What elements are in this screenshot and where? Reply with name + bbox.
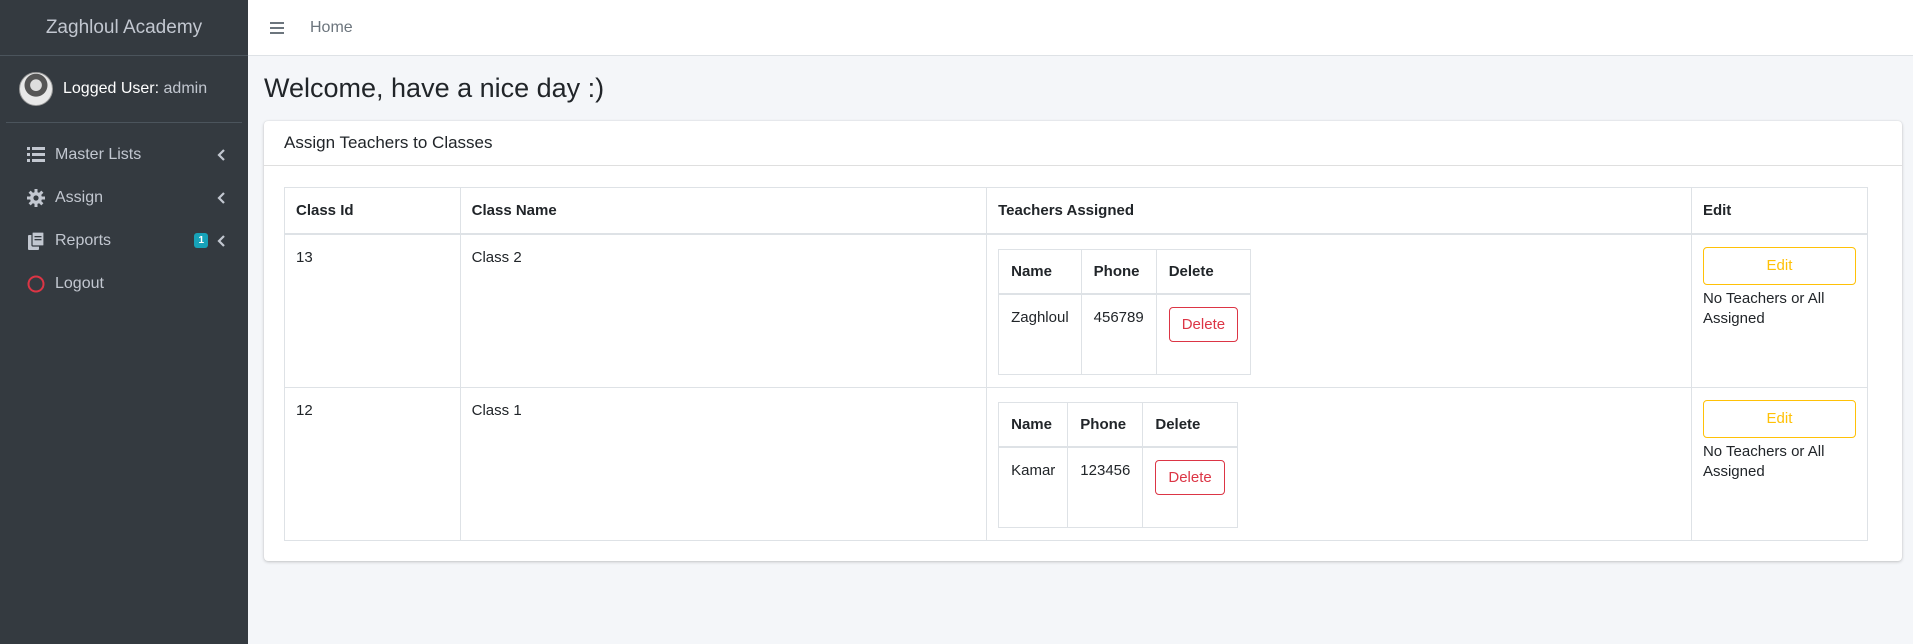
teacher-name: Kamar xyxy=(998,446,1069,528)
no-teachers-note: No Teachers or All Assigned xyxy=(1702,289,1825,327)
column-header-name: Name xyxy=(998,248,1082,295)
assign-teachers-card: Assign Teachers to Classes Class Id Clas… xyxy=(264,121,1902,561)
user-panel: Logged User: admin xyxy=(6,56,242,123)
logged-user-text: Logged User: admin xyxy=(63,80,207,98)
column-header-delete: Delete xyxy=(1155,248,1252,295)
table-row: 12 Class 1 Name Phone Delete Kamar 12345… xyxy=(284,386,1869,541)
column-header-phone: Phone xyxy=(1080,248,1157,295)
sidebar-item-assign[interactable]: Assign xyxy=(0,176,248,219)
column-header-delete: Delete xyxy=(1142,401,1238,448)
teachers-table: Name Phone Delete Zaghloul 456789 Delete xyxy=(998,248,1252,375)
column-header-teachers-assigned: Teachers Assigned xyxy=(986,187,1692,235)
sidebar-item-label: Reports xyxy=(55,231,112,249)
sidebar-item-label: Logout xyxy=(55,274,104,292)
sidebar-item-logout[interactable]: Logout xyxy=(0,262,248,305)
class-id-cell: 13 xyxy=(284,233,461,388)
hamburger-menu-icon[interactable] xyxy=(270,21,284,34)
main-content: Welcome, have a nice day :) Assign Teach… xyxy=(248,56,1913,561)
teachers-table: Name Phone Delete Kamar 123456 Delete xyxy=(998,401,1238,528)
teacher-phone: 456789 xyxy=(1080,293,1157,375)
notification-badge: 1 xyxy=(194,233,208,248)
column-header-class-id: Class Id xyxy=(284,187,461,235)
column-header-name: Name xyxy=(998,401,1069,448)
sidebar: Zaghloul Academy Logged User: admin Mast… xyxy=(0,0,248,644)
logged-user-label: Logged User: xyxy=(63,80,160,97)
chevron-left-icon xyxy=(216,148,226,161)
teacher-phone: 123456 xyxy=(1067,446,1144,528)
brand-title[interactable]: Zaghloul Academy xyxy=(0,0,248,56)
gear-icon xyxy=(26,188,46,208)
column-header-edit: Edit xyxy=(1690,187,1869,235)
edit-cell: Edit No Teachers or All Assigned xyxy=(1690,386,1869,541)
chevron-left-icon xyxy=(216,191,226,204)
logged-user-name[interactable]: admin xyxy=(164,80,208,97)
delete-cell: Delete xyxy=(1155,293,1252,375)
avatar[interactable] xyxy=(19,72,53,106)
sidebar-item-master-lists[interactable]: Master Lists xyxy=(0,133,248,176)
classes-table: Class Id Class Name Teachers Assigned Ed… xyxy=(284,187,1869,541)
table-row: 13 Class 2 Name Phone Delete Zaghloul 45… xyxy=(284,233,1869,388)
teachers-assigned-cell: Name Phone Delete Kamar 123456 Delete xyxy=(986,386,1692,541)
sidebar-item-label: Assign xyxy=(55,188,104,206)
column-header-class-name: Class Name xyxy=(459,187,988,235)
teacher-row: Zaghloul 456789 Delete xyxy=(998,293,1252,375)
class-name-cell: Class 2 xyxy=(459,233,988,388)
edit-cell: Edit No Teachers or All Assigned xyxy=(1690,233,1869,388)
teachers-assigned-cell: Name Phone Delete Zaghloul 456789 Delete xyxy=(986,233,1692,388)
column-header-phone: Phone xyxy=(1067,401,1144,448)
top-navbar: Home xyxy=(248,0,1913,56)
table-header-row: Class Id Class Name Teachers Assigned Ed… xyxy=(284,187,1869,235)
card-title: Assign Teachers to Classes xyxy=(264,121,1902,166)
no-teachers-note: No Teachers or All Assigned xyxy=(1702,442,1825,480)
page-title: Welcome, have a nice day :) xyxy=(264,73,605,103)
sidebar-nav: Master Lists Assign Reports 1 Logout xyxy=(0,133,248,305)
sidebar-item-label: Master Lists xyxy=(55,145,142,163)
chevron-left-icon xyxy=(216,234,226,247)
teachers-header-row: Name Phone Delete xyxy=(998,401,1238,448)
teacher-row: Kamar 123456 Delete xyxy=(998,446,1238,528)
class-id-cell: 12 xyxy=(284,386,461,541)
copy-icon xyxy=(26,231,46,251)
delete-cell: Delete xyxy=(1142,446,1238,528)
class-name-cell: Class 1 xyxy=(459,386,988,541)
delete-button[interactable]: Delete xyxy=(1168,307,1239,342)
sidebar-item-reports[interactable]: Reports 1 xyxy=(0,219,248,262)
teacher-name: Zaghloul xyxy=(998,293,1082,375)
card-body: Class Id Class Name Teachers Assigned Ed… xyxy=(264,166,1902,561)
teachers-header-row: Name Phone Delete xyxy=(998,248,1252,295)
edit-button[interactable]: Edit xyxy=(1702,246,1856,285)
home-link[interactable]: Home xyxy=(310,19,353,37)
circle-icon xyxy=(26,274,46,294)
edit-button[interactable]: Edit xyxy=(1702,399,1856,438)
delete-button[interactable]: Delete xyxy=(1155,460,1225,495)
list-icon xyxy=(26,145,46,165)
